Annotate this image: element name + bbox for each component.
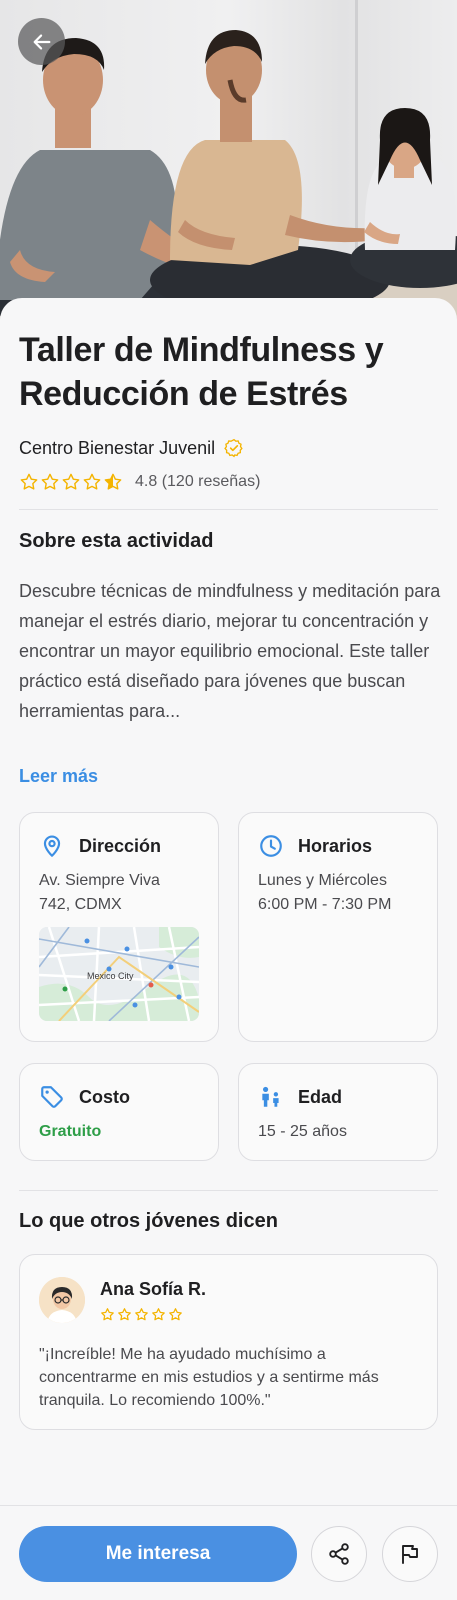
star-icon xyxy=(152,1308,165,1321)
address-card-header: Dirección xyxy=(39,833,161,859)
meditating-people-illustration xyxy=(0,30,457,320)
map-thumbnail[interactable]: Mexico City xyxy=(39,927,199,1021)
schedule-days: Lunes y Miércoles xyxy=(258,872,387,889)
star-icon xyxy=(169,1308,182,1321)
review-text: "¡Increíble! Me ha ayudado muchísimo a c… xyxy=(39,1346,379,1409)
age-label: Edad xyxy=(298,1086,343,1107)
people-icon xyxy=(262,1086,279,1107)
verified-badge-icon xyxy=(224,438,243,458)
organizer-name: Centro Bienestar Juvenil xyxy=(19,438,216,458)
star-icon xyxy=(118,1308,131,1321)
star-icon xyxy=(83,473,101,490)
schedule-card-header: Horarios xyxy=(258,833,372,859)
arrow-left-icon xyxy=(33,33,50,50)
clock-icon xyxy=(260,835,282,857)
address-line1: Av. Siempre Viva xyxy=(39,872,160,889)
location-pin-icon xyxy=(43,835,61,857)
about-heading: Sobre esta actividad xyxy=(19,530,214,552)
interest-button[interactable]: Me interesa xyxy=(19,1526,297,1582)
reviewer-name: Ana Sofía R. xyxy=(100,1279,207,1299)
share-icon xyxy=(329,1543,349,1565)
bottom-action-bar: Me interesa xyxy=(0,1505,457,1600)
schedule-card[interactable]: Horarios Lunes y Miércoles 6:00 PM - 7:3… xyxy=(238,812,438,1042)
star-icon xyxy=(101,1308,114,1321)
divider xyxy=(19,1190,438,1191)
tag-icon xyxy=(41,1086,63,1108)
activity-title: Taller de Mindfulness y Reducción de Est… xyxy=(19,331,384,413)
review-stars xyxy=(100,1307,183,1322)
star-icon xyxy=(20,473,38,490)
schedule-label: Horarios xyxy=(298,835,373,856)
about-description: Descubre técnicas de mindfulness y medit… xyxy=(19,581,441,721)
cost-value: Gratuito xyxy=(39,1123,102,1140)
read-more-link[interactable]: Leer más xyxy=(19,766,98,787)
schedule-time: 6:00 PM - 7:30 PM xyxy=(258,896,392,913)
address-text: Av. Siempre Viva 742, CDMX xyxy=(39,869,160,917)
back-button[interactable] xyxy=(18,18,65,65)
reviews-heading: Lo que otros jóvenes dicen xyxy=(19,1210,278,1232)
avatar-illustration xyxy=(39,1277,85,1323)
rating-stars xyxy=(19,472,123,492)
avatar xyxy=(39,1277,85,1323)
star-half-icon xyxy=(104,473,122,490)
organizer[interactable]: Centro Bienestar Juvenil xyxy=(19,436,244,460)
rating-row: 4.8 (120 reseñas) xyxy=(19,472,260,492)
flag-icon xyxy=(402,1545,418,1564)
schedule-text: Lunes y Miércoles 6:00 PM - 7:30 PM xyxy=(258,869,391,917)
report-button[interactable] xyxy=(382,1526,438,1582)
address-line2: 742, CDMX xyxy=(39,896,122,913)
age-card-header: Edad xyxy=(258,1084,342,1110)
hero-image xyxy=(0,0,457,320)
age-card[interactable]: Edad 15 - 25 años xyxy=(238,1063,438,1161)
map-city-label: Mexico City xyxy=(87,971,134,981)
review-card: Ana Sofía R. "¡Increíble! Me ha ayudado … xyxy=(19,1254,438,1430)
address-card[interactable]: Dirección Av. Siempre Viva 742, CDMX Mex… xyxy=(19,812,219,1042)
cost-card[interactable]: Costo Gratuito xyxy=(19,1063,219,1161)
star-icon xyxy=(41,473,59,490)
share-button[interactable] xyxy=(311,1526,367,1582)
star-icon xyxy=(135,1308,148,1321)
rating-text: 4.8 (120 reseñas) xyxy=(135,473,261,490)
address-label: Dirección xyxy=(79,835,162,856)
divider xyxy=(19,509,438,510)
cost-card-header: Costo xyxy=(39,1084,130,1110)
age-value: 15 - 25 años xyxy=(258,1123,347,1140)
cost-label: Costo xyxy=(79,1086,130,1107)
star-icon xyxy=(62,473,80,490)
